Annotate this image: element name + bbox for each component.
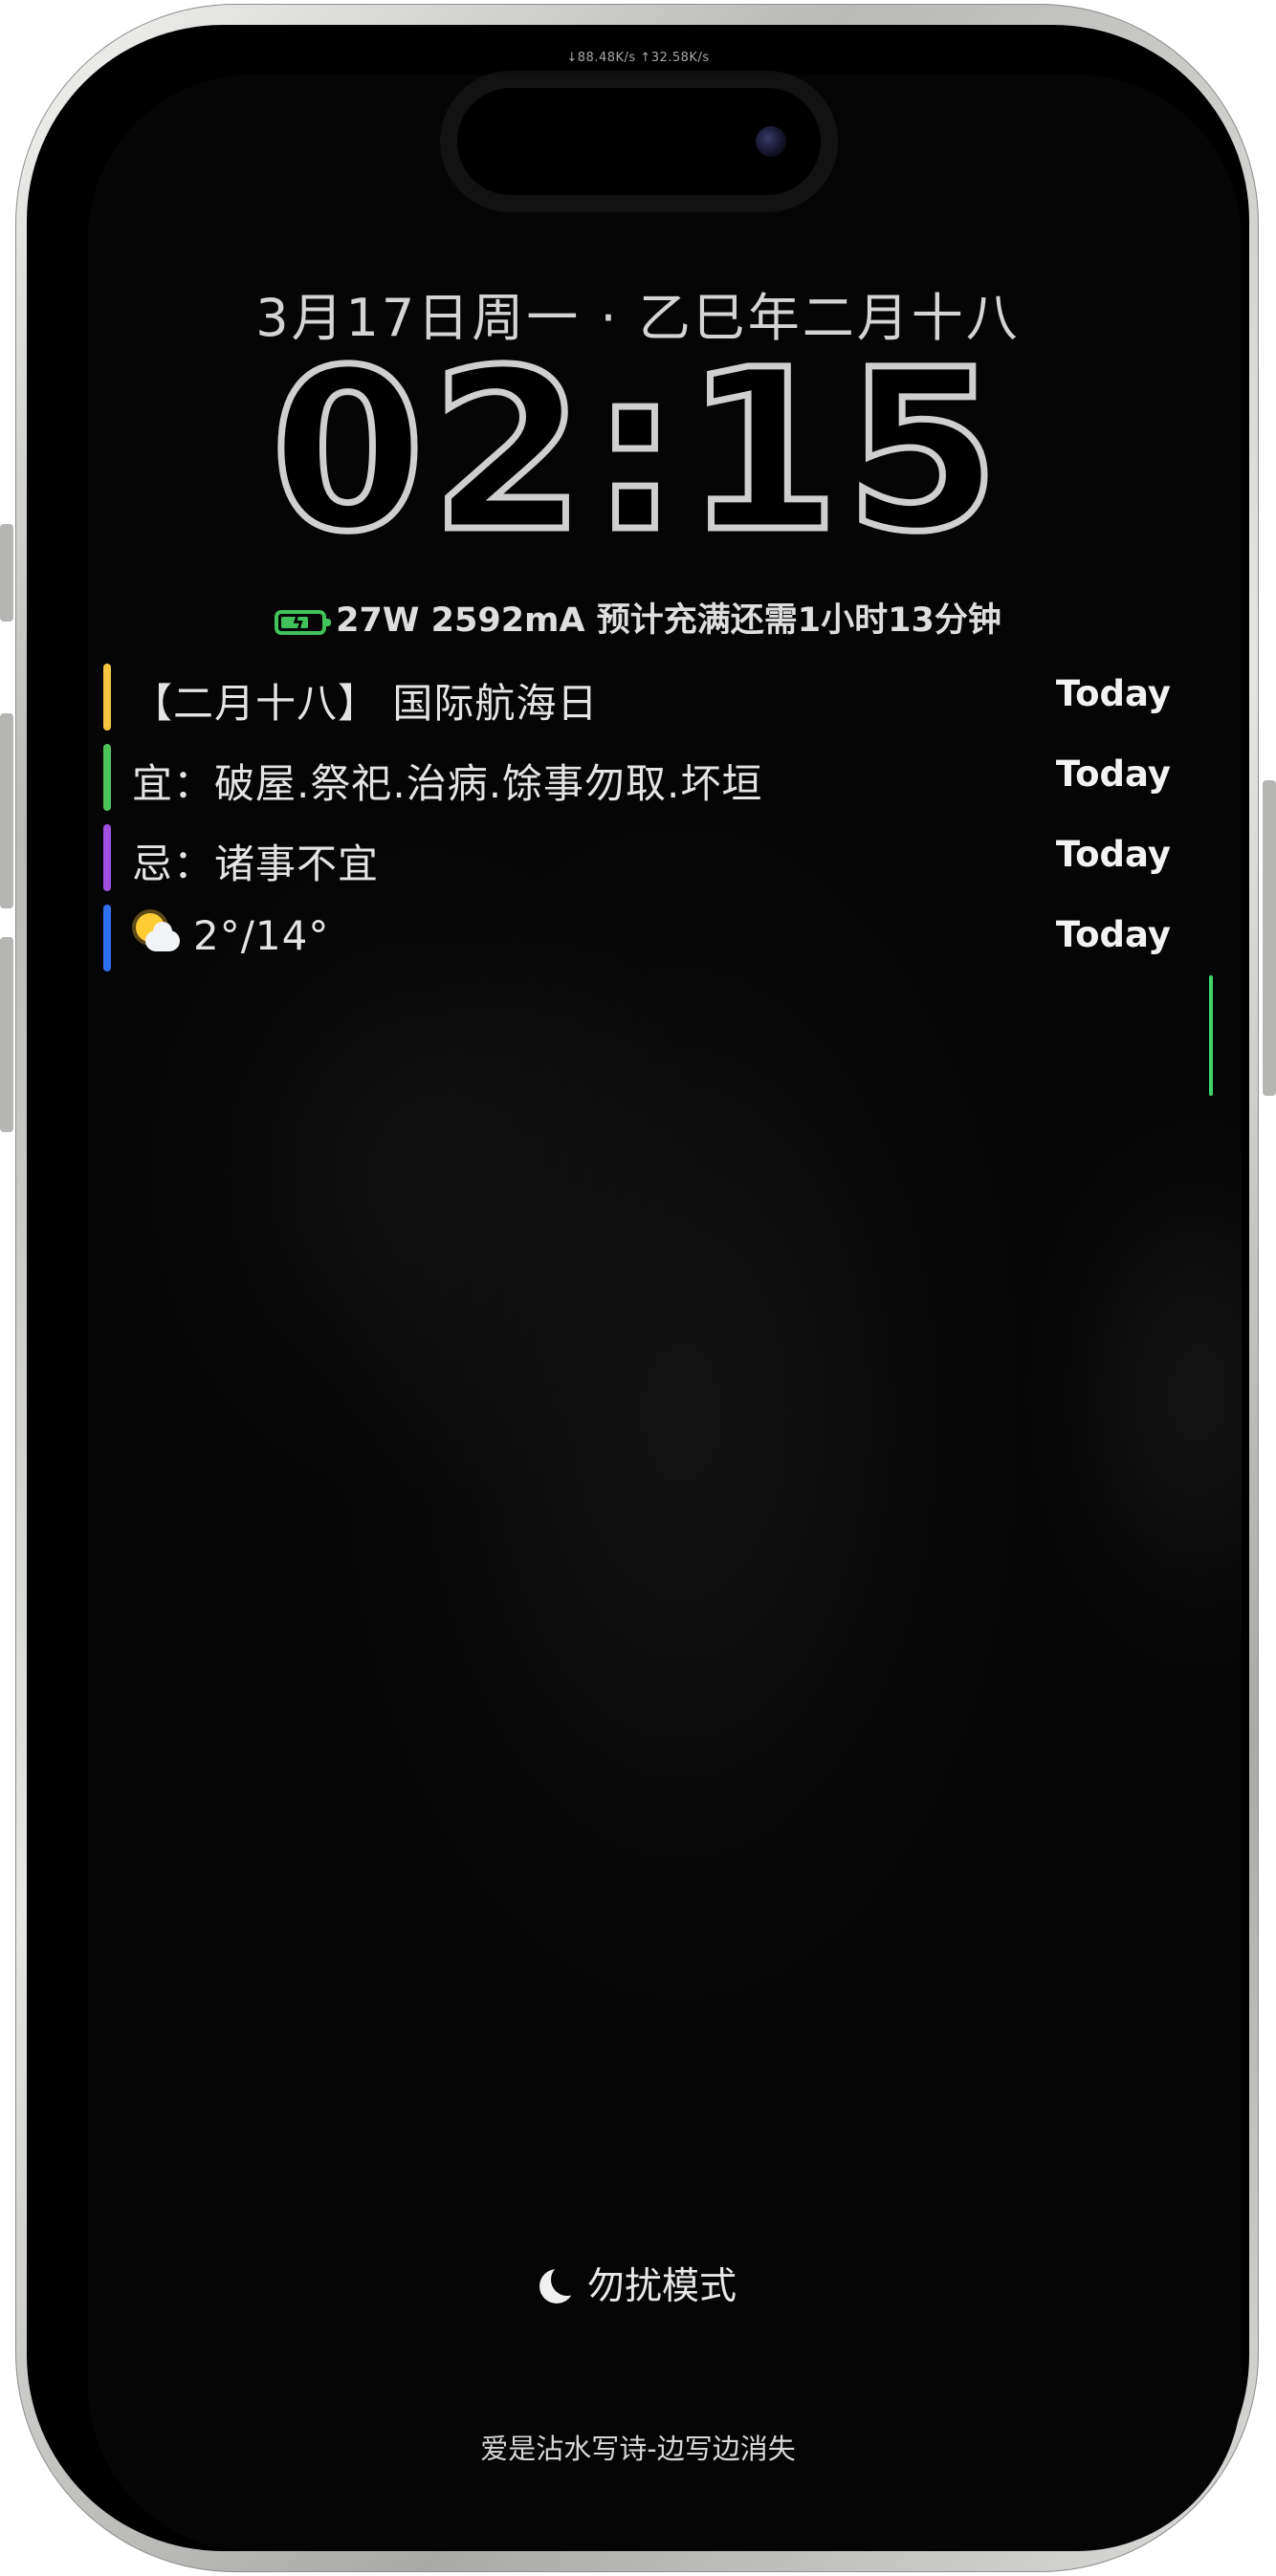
dynamic-island[interactable] <box>457 88 821 195</box>
network-speed-indicator: ↓88.48K/s ↑32.58K/s <box>566 51 710 65</box>
volume-up-button <box>0 713 13 908</box>
power-button <box>1263 780 1276 1096</box>
event-date: Today <box>1055 834 1171 875</box>
event-title: 忌：诸事不宜 <box>132 840 380 887</box>
weather-widget-row[interactable]: 2°/14° Today <box>99 903 1171 971</box>
charging-info-text: 27W 2592mA 预计充满还需1小时13分钟 <box>336 601 1001 640</box>
event-date: Today <box>1055 673 1171 714</box>
focus-mode-label: 勿扰模式 <box>586 2265 737 2308</box>
event-title: 宜：破屋.祭祀.治病.馀事勿取.坏垣 <box>132 760 763 807</box>
footer-caption: 爱是沾水写诗-边写边消失 <box>480 2433 796 2465</box>
event-date: Today <box>1055 914 1171 955</box>
charging-battery-icon: ϟ <box>275 610 332 635</box>
edge-light-indicator <box>1209 975 1213 1096</box>
event-date: Today <box>1055 753 1171 795</box>
focus-mode-button[interactable]: 勿扰模式 <box>0 2257 1276 2310</box>
event-title: 【二月十八】 国际航海日 <box>132 680 599 727</box>
sun-behind-cloud-icon <box>132 913 182 955</box>
moon-icon <box>539 2263 583 2303</box>
volume-down-button <box>0 937 13 1132</box>
calendar-widget-row[interactable]: 【二月十八】 国际航海日 Today <box>99 662 1171 731</box>
front-camera-icon <box>756 126 786 157</box>
event-color-bar <box>103 744 111 811</box>
event-color-bar <box>103 905 111 971</box>
calendar-widget-row[interactable]: 宜：破屋.祭祀.治病.馀事勿取.坏垣 Today <box>99 742 1171 811</box>
weather-temperature: 2°/14° <box>193 912 330 959</box>
lockscreen-clock[interactable]: 02:15 <box>0 324 1276 579</box>
event-color-bar <box>103 824 111 891</box>
calendar-widget-row[interactable]: 忌：诸事不宜 Today <box>99 822 1171 891</box>
charging-info-widget[interactable]: ϟ 27W 2592mA 预计充满还需1小时13分钟 <box>0 593 1276 642</box>
weather-summary: 2°/14° <box>132 912 329 959</box>
event-color-bar <box>103 664 111 731</box>
